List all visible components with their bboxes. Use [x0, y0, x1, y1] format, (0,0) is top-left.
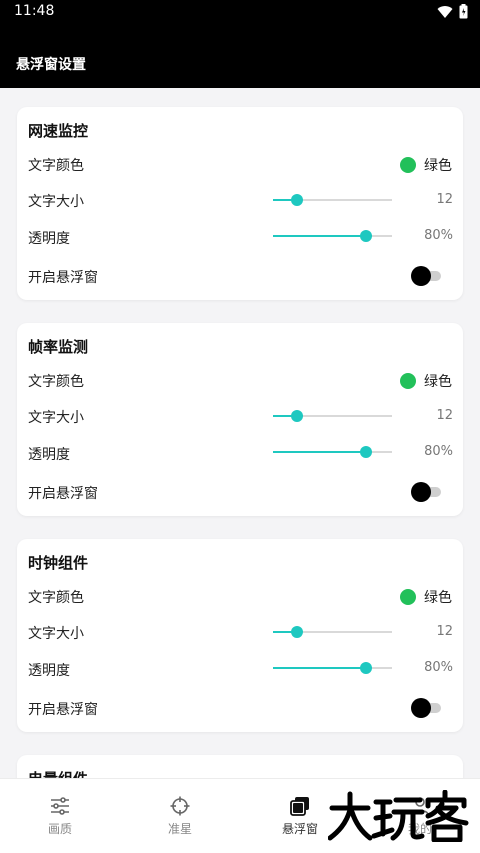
opacity-value: 80%	[424, 444, 453, 459]
nav-label: 画质	[47, 822, 72, 836]
text-size-value: 12	[436, 624, 453, 639]
enable-toggle[interactable]	[411, 482, 441, 502]
text-size-label: 文字大小	[28, 194, 84, 210]
enable-label: 开启悬浮窗	[28, 702, 98, 718]
text-size-value: 12	[436, 408, 453, 423]
color-value[interactable]: 绿色	[424, 587, 452, 607]
opacity-value: 80%	[424, 228, 453, 243]
text-size-label: 文字大小	[28, 626, 84, 642]
sliders-icon	[50, 796, 70, 816]
watermark-logo	[328, 790, 469, 842]
enable-label: 开启悬浮窗	[28, 486, 98, 502]
nav-item-crosshair[interactable]: 准星	[120, 779, 240, 839]
frame-rate-card: 帧率监测 文字颜色 绿色 文字大小 12 透明度 80% 开启悬浮窗	[17, 323, 463, 516]
nav-label: 准星	[167, 822, 192, 836]
text-color-label: 文字颜色	[28, 590, 84, 606]
opacity-label: 透明度	[28, 447, 70, 463]
opacity-label: 透明度	[28, 663, 70, 679]
page-title: 悬浮窗设置	[16, 57, 86, 73]
color-swatch[interactable]	[400, 373, 416, 389]
clock-widget-card: 时钟组件 文字颜色 绿色 文字大小 12 透明度 80% 开启悬浮窗	[17, 539, 463, 732]
enable-toggle[interactable]	[411, 698, 441, 718]
opacity-slider[interactable]	[273, 660, 392, 676]
opacity-label: 透明度	[28, 231, 70, 247]
opacity-slider[interactable]	[273, 444, 392, 460]
enable-label: 开启悬浮窗	[28, 270, 98, 286]
crosshair-icon	[170, 796, 190, 816]
text-size-slider[interactable]	[273, 408, 392, 424]
status-bar: 11:48	[0, 0, 480, 24]
text-color-label: 文字颜色	[28, 374, 84, 390]
nav-item-quality[interactable]: 画质	[0, 779, 120, 839]
nav-label: 悬浮窗	[281, 822, 318, 836]
battery-widget-card: 电量组件	[17, 755, 463, 778]
floating-window-icon	[290, 796, 310, 816]
card-title: 时钟组件	[28, 554, 89, 572]
wifi-icon	[437, 5, 453, 18]
app-bar: 悬浮窗设置	[0, 24, 480, 88]
battery-icon	[459, 4, 468, 19]
text-size-value: 12	[436, 192, 453, 207]
card-title: 电量组件	[28, 768, 88, 778]
status-time: 11:48	[14, 3, 55, 19]
enable-toggle[interactable]	[411, 266, 441, 286]
card-title: 网速监控	[28, 122, 89, 140]
color-value[interactable]: 绿色	[424, 155, 452, 175]
text-size-label: 文字大小	[28, 410, 84, 426]
card-title: 帧率监测	[28, 338, 89, 356]
color-value[interactable]: 绿色	[424, 371, 452, 391]
opacity-slider[interactable]	[273, 228, 392, 244]
opacity-value: 80%	[424, 660, 453, 675]
color-swatch[interactable]	[400, 589, 416, 605]
text-size-slider[interactable]	[273, 192, 392, 208]
status-icons	[437, 4, 468, 19]
color-swatch[interactable]	[400, 157, 416, 173]
text-color-label: 文字颜色	[28, 158, 84, 174]
text-size-slider[interactable]	[273, 624, 392, 640]
network-speed-card: 网速监控 文字颜色 绿色 文字大小 12 透明度 80% 开启悬浮窗	[17, 107, 463, 300]
settings-list[interactable]: 网速监控 文字颜色 绿色 文字大小 12 透明度 80% 开启悬浮窗 帧率监测 …	[0, 88, 480, 778]
